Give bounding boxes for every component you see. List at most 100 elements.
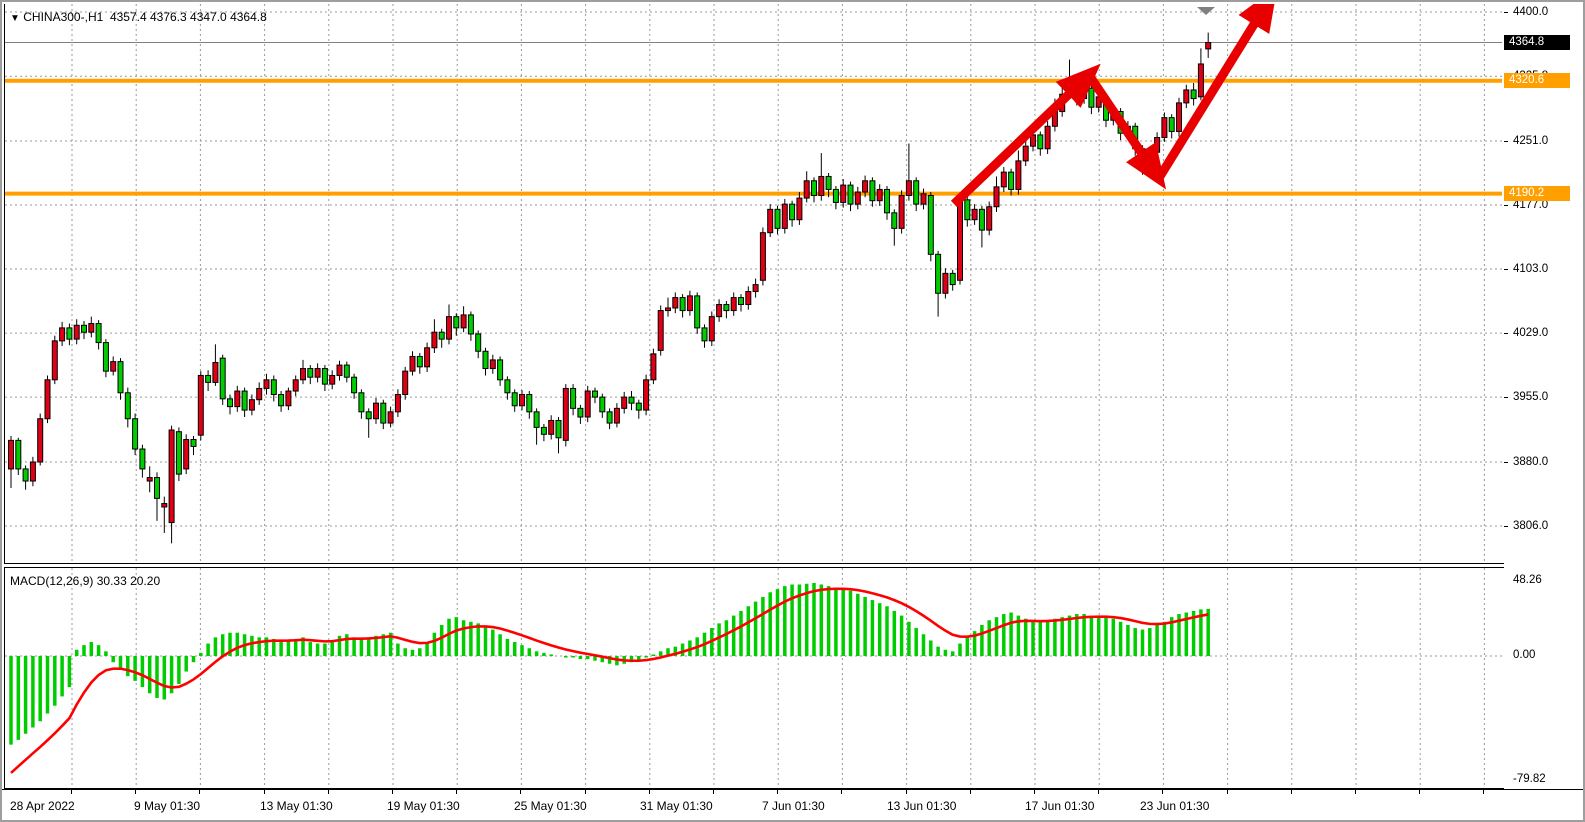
candle-body (804, 181, 809, 198)
candle-body (636, 403, 641, 410)
candle-body (1082, 88, 1087, 98)
macd-name: MACD(12,26,9) (10, 574, 93, 588)
candle-body (235, 391, 240, 407)
candle-body (833, 189, 838, 202)
candle-body (30, 462, 35, 481)
candle-body (885, 189, 890, 212)
candle-body (746, 292, 751, 305)
trend-arrow-object[interactable] (954, 75, 1089, 204)
axis-tick (1504, 12, 1508, 13)
time-axis-label: 13 Jun 01:30 (887, 799, 956, 813)
time-axis-tick (328, 790, 329, 794)
price-axis-label: 4029.0 (1513, 327, 1548, 339)
candle-body (826, 176, 831, 189)
candle-body (541, 427, 546, 434)
candle-body (965, 200, 970, 220)
symbol-dropdown-icon[interactable]: ▼ (10, 13, 20, 24)
candle-body (286, 391, 291, 406)
candle-body (987, 207, 992, 230)
candle-body (534, 412, 539, 428)
candle-body (388, 412, 393, 423)
axis-tick (1504, 205, 1508, 206)
candle-body (585, 391, 590, 417)
candle-body (242, 391, 247, 410)
candle-body (578, 408, 583, 417)
candle-body (1001, 172, 1006, 187)
candle-body (1038, 135, 1043, 149)
candle-body (651, 354, 656, 380)
time-axis-tick (392, 790, 393, 794)
candle-body (293, 380, 298, 391)
time-axis-tick (970, 790, 971, 794)
time-axis-label: 13 May 01:30 (260, 799, 333, 813)
candle-body (812, 181, 817, 196)
candle-body (928, 195, 933, 254)
candle-body (432, 332, 437, 348)
candle-body (760, 233, 765, 281)
candle-body (359, 393, 364, 412)
axis-tick (1504, 333, 1508, 334)
time-axis-tick (71, 790, 72, 794)
candle-body (439, 332, 444, 339)
candle-body (410, 356, 415, 371)
candle-body (184, 440, 189, 469)
candle-body (593, 391, 598, 397)
macd-indicator-panel[interactable] (4, 567, 1504, 789)
macd-axis-label: 0.00 (1513, 649, 1535, 661)
candle-body (118, 362, 123, 393)
candle-body (666, 308, 671, 311)
candle-body (914, 181, 919, 204)
candle-body (863, 181, 868, 192)
candle-body (936, 254, 941, 293)
candle-body (892, 213, 897, 229)
macd-canvas[interactable] (5, 568, 1502, 788)
candlestick-canvas[interactable] (5, 4, 1502, 562)
price-axis[interactable]: 4400.04325.84251.04177.04103.04029.03955… (1504, 2, 1585, 789)
trend-arrow-object[interactable] (1159, 4, 1269, 178)
time-axis-label: 7 Jun 01:30 (762, 799, 825, 813)
candle-body (191, 440, 196, 447)
candle-body (213, 362, 218, 382)
candle-body (45, 380, 50, 419)
macd-axis-label: -79.82 (1513, 773, 1546, 785)
candle-body (979, 209, 984, 230)
candle-body (1016, 161, 1021, 190)
candle-body (169, 430, 174, 523)
candle-body (505, 380, 510, 393)
candle-body (629, 397, 634, 403)
candle-body (60, 328, 65, 341)
candle-body (308, 369, 313, 378)
main-price-chart[interactable] (4, 4, 1504, 564)
candle-body (374, 403, 379, 419)
time-axis-tick (777, 790, 778, 794)
time-axis-label: 19 May 01:30 (387, 799, 460, 813)
candle-body (96, 324, 101, 343)
candle-body (717, 305, 722, 317)
candle-body (520, 395, 525, 406)
time-axis-tick (906, 790, 907, 794)
axis-tick (1504, 141, 1508, 142)
candle-body (498, 360, 503, 380)
candle-body (1089, 88, 1094, 107)
candle-body (680, 298, 685, 311)
price-axis-label: 4400.0 (1513, 6, 1548, 18)
candle-body (264, 380, 269, 389)
candle-body (753, 285, 758, 292)
time-axis-tick (585, 790, 586, 794)
candle-body (206, 375, 211, 382)
candle-body (176, 432, 181, 474)
candle-body (322, 369, 327, 385)
candle-body (563, 388, 568, 440)
time-axis-label: 28 Apr 2022 (10, 799, 75, 813)
candle-body (724, 305, 729, 311)
price-axis-label: 3880.0 (1513, 456, 1548, 468)
candle-body (906, 181, 911, 196)
price-axis-label: 4103.0 (1513, 263, 1548, 275)
candle-body (111, 362, 116, 372)
time-axis[interactable]: 28 Apr 20229 May 01:3013 May 01:3019 May… (2, 789, 1585, 822)
candle-body (549, 420, 554, 434)
candle-body (855, 192, 860, 204)
candle-body (454, 317, 459, 328)
candle-body (644, 380, 649, 410)
candle-body (1155, 138, 1160, 153)
